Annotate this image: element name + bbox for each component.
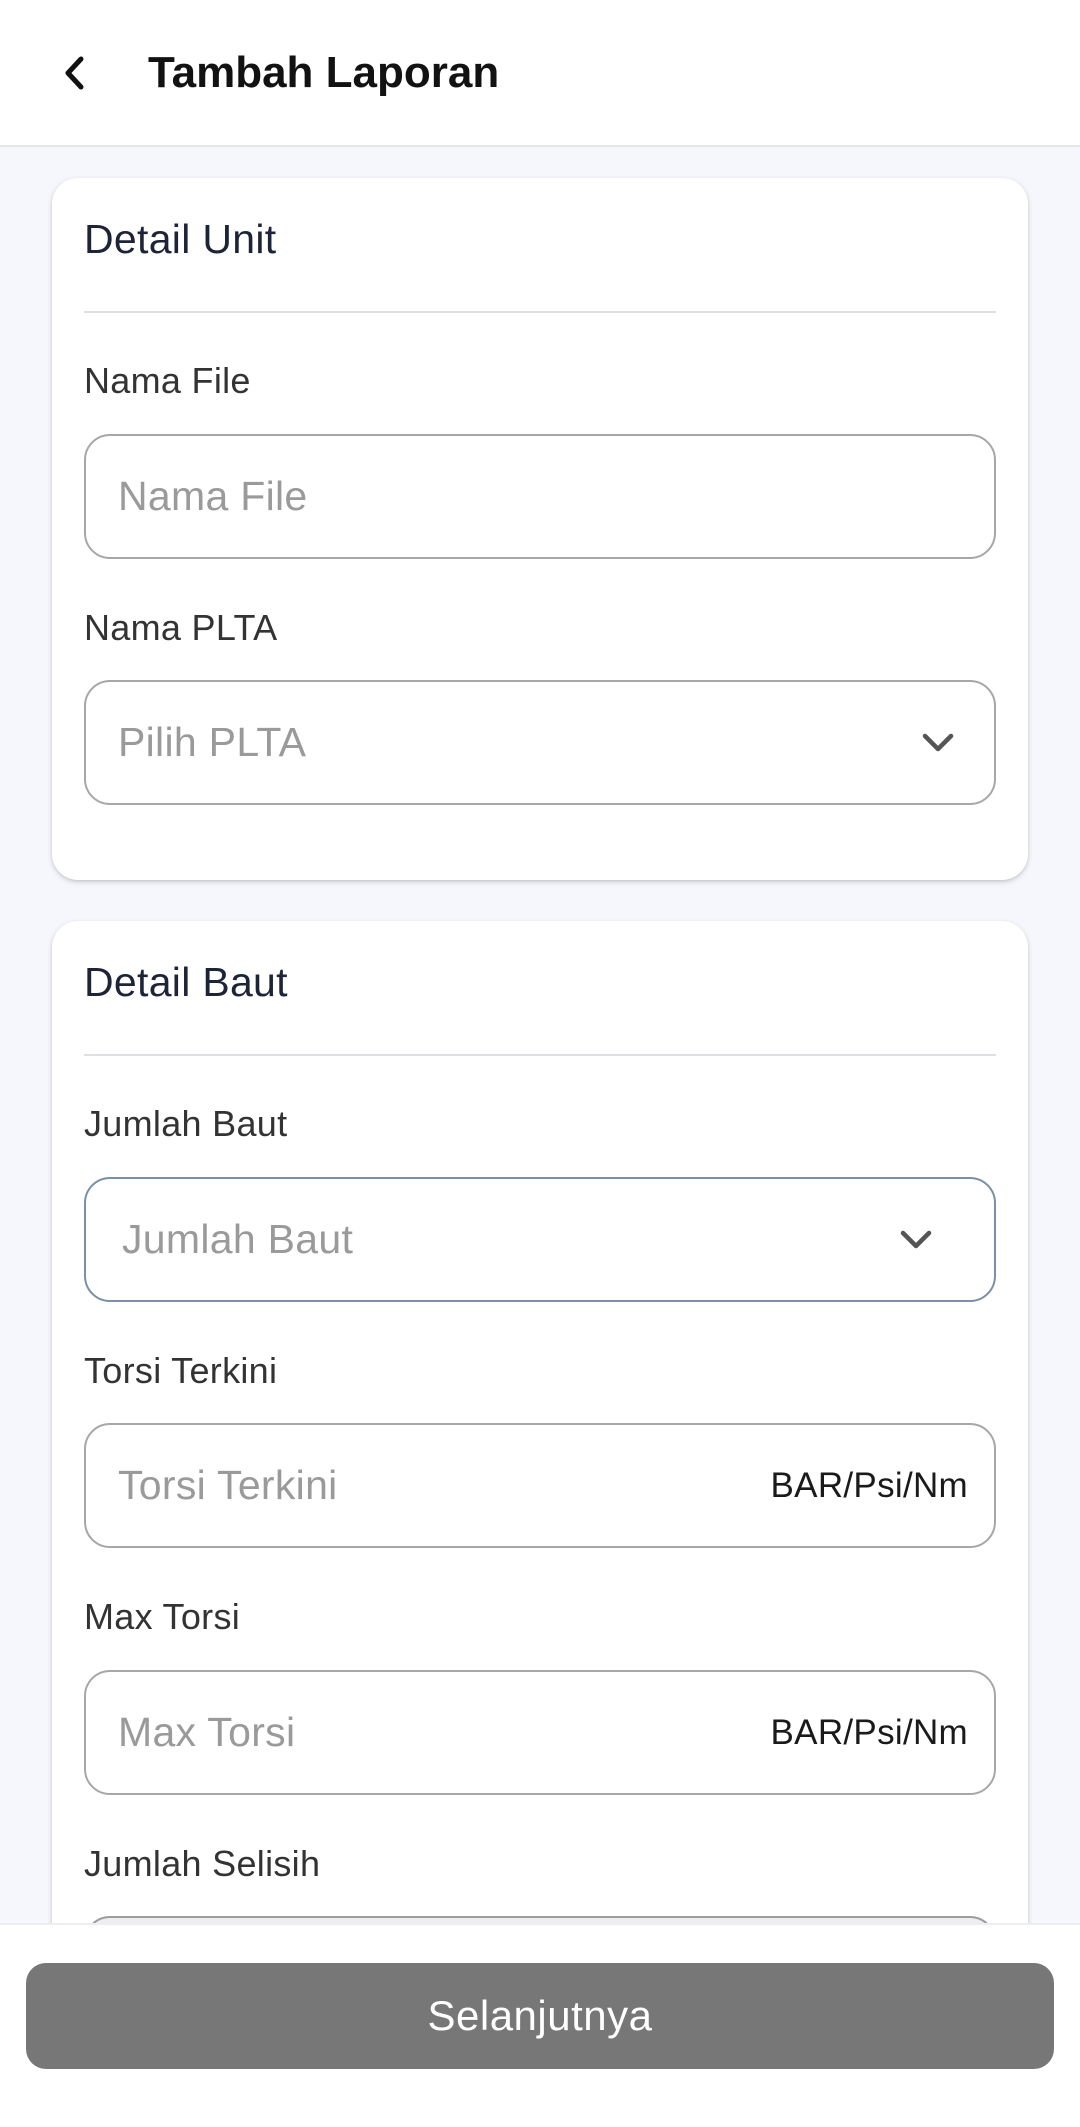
divider <box>84 311 996 313</box>
detail-baut-title: Detail Baut <box>84 959 288 1005</box>
app-bar: Tambah Laporan <box>0 0 1080 147</box>
bottom-action-bar: Selanjutnya <box>0 1923 1080 2127</box>
nama-file-input[interactable]: Nama File <box>84 434 996 559</box>
jumlah-selisih-label: Jumlah Selisih <box>84 1843 321 1884</box>
jumlah-baut-select[interactable]: Jumlah Baut <box>84 1177 996 1302</box>
next-button[interactable]: Selanjutnya <box>26 1963 1054 2069</box>
nama-file-label: Nama File <box>84 360 251 401</box>
nama-plta-select[interactable]: Pilih PLTA <box>84 680 996 805</box>
jumlah-baut-label: Jumlah Baut <box>84 1103 288 1144</box>
chevron-down-icon <box>918 723 958 763</box>
nama-file-placeholder: Nama File <box>118 473 308 519</box>
nama-plta-label: Nama PLTA <box>84 607 278 648</box>
detail-unit-card: Detail Unit Nama File Nama File Nama PLT… <box>52 178 1028 880</box>
jumlah-baut-placeholder: Jumlah Baut <box>122 1216 354 1262</box>
page-title: Tambah Laporan <box>148 48 500 97</box>
app-screen: Tambah Laporan Detail Unit Nama File Nam… <box>0 0 1080 2127</box>
torsi-terkini-unit: BAR/Psi/Nm <box>770 1465 968 1505</box>
max-torsi-placeholder: Max Torsi <box>118 1709 296 1755</box>
back-button[interactable] <box>44 40 104 106</box>
max-torsi-label: Max Torsi <box>84 1596 241 1637</box>
chevron-left-icon <box>65 56 84 90</box>
divider <box>84 1054 996 1056</box>
torsi-terkini-label: Torsi Terkini <box>84 1350 278 1391</box>
chevron-down-icon <box>896 1220 936 1260</box>
max-torsi-unit: BAR/Psi/Nm <box>770 1712 968 1752</box>
torsi-terkini-placeholder: Torsi Terkini <box>118 1462 338 1508</box>
nama-plta-placeholder: Pilih PLTA <box>118 719 307 765</box>
max-torsi-input[interactable]: Max Torsi BAR/Psi/Nm <box>84 1670 996 1795</box>
torsi-terkini-input[interactable]: Torsi Terkini BAR/Psi/Nm <box>84 1423 996 1548</box>
detail-unit-title: Detail Unit <box>84 216 277 262</box>
